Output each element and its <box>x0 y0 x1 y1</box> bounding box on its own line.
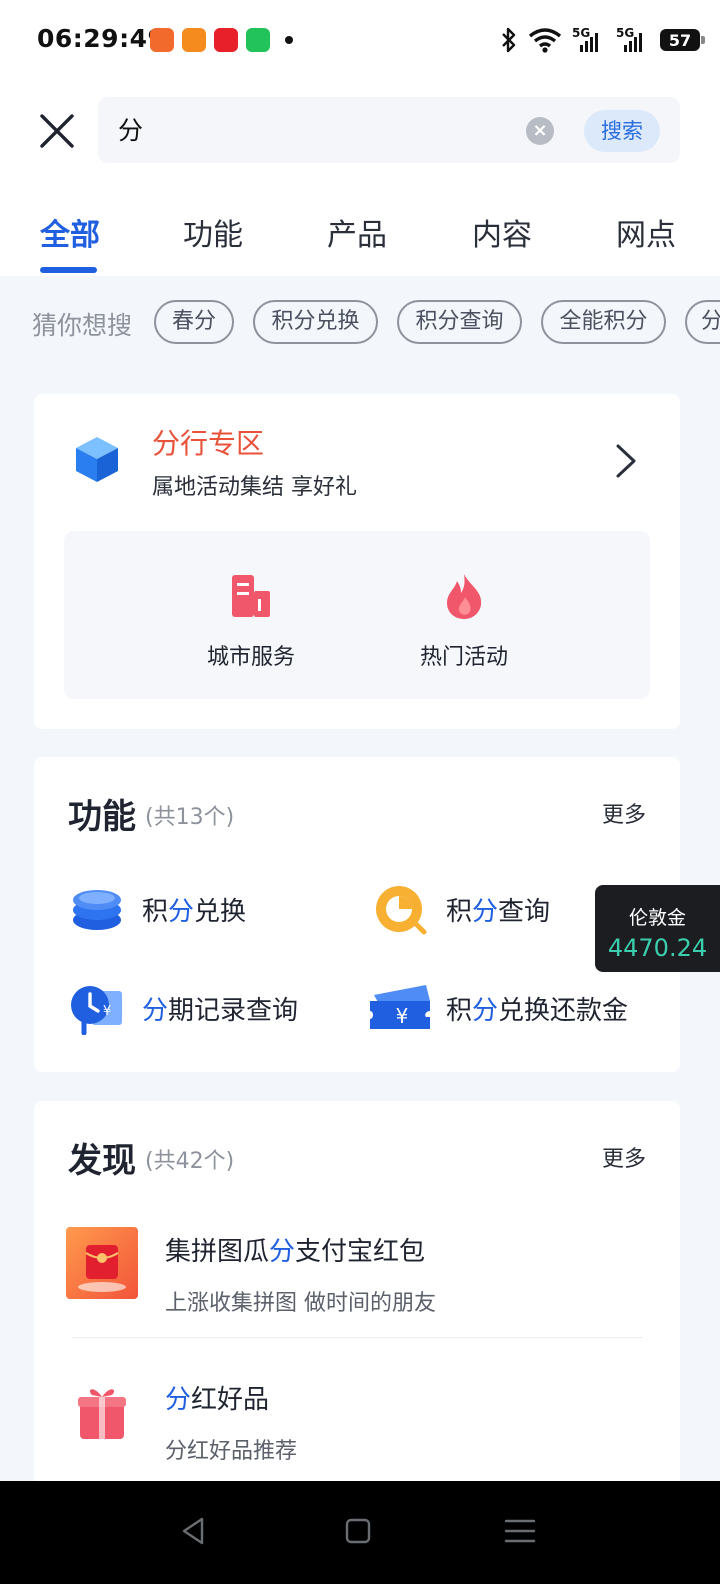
discover-title: 集拼图瓜分支付宝红包 <box>165 1237 426 1267</box>
suggest-chip[interactable]: 分 <box>685 300 720 344</box>
home-icon[interactable] <box>336 1509 380 1553</box>
more-notifications-dot <box>285 36 293 44</box>
flame-icon <box>447 574 482 619</box>
tab-content[interactable]: 内容 <box>472 210 532 254</box>
suggest-chip[interactable]: 积分兑换 <box>253 300 378 344</box>
function-item[interactable]: 积分查询 <box>374 879 550 939</box>
function-label: 积分查询 <box>446 896 551 927</box>
hot-activity-label: 热门活动 <box>419 645 508 670</box>
gold-price-widget[interactable]: 伦敦金 4470.24 <box>595 885 720 972</box>
hot-activity-item[interactable]: 热门活动 <box>394 571 534 671</box>
branch-shortcuts: 城市服务 热门活动 <box>64 531 650 699</box>
section-count: (共13个) <box>145 805 235 830</box>
app-notification-icon <box>246 28 270 52</box>
menu-icon[interactable] <box>498 1509 542 1553</box>
clear-input-icon[interactable]: × <box>526 117 554 145</box>
more-link[interactable]: 更多 <box>602 797 646 829</box>
red-envelope-icon <box>66 1227 138 1299</box>
function-item[interactable]: ¥ 积分兑换还款金 <box>368 978 628 1038</box>
status-icons: 5G 5G 57 <box>500 24 705 56</box>
suggest-chip[interactable]: 全能积分 <box>541 300 666 344</box>
search-button[interactable]: 搜索 <box>584 110 660 152</box>
chevron-right-icon[interactable] <box>614 442 638 480</box>
ticket-yuan-icon: ¥ <box>370 985 430 1029</box>
svg-text:¥: ¥ <box>396 1004 409 1028</box>
svg-text:¥: ¥ <box>103 1004 111 1019</box>
tab-product[interactable]: 产品 <box>327 210 387 254</box>
signal-5g-icon: 5G <box>616 26 650 54</box>
branch-title[interactable]: 分行专区 <box>152 422 264 462</box>
close-icon[interactable] <box>36 110 78 152</box>
bluetooth-icon <box>502 27 516 53</box>
search-box[interactable]: 分 × 搜索 <box>98 97 680 163</box>
discover-subtitle: 上涨收集拼图 做时间的朋友 <box>165 1291 436 1316</box>
coin-stack-icon <box>73 890 121 930</box>
section-title: 发现 <box>68 1141 136 1181</box>
discover-subtitle: 分红好品推荐 <box>165 1439 298 1464</box>
section-title: 功能 <box>68 797 136 837</box>
tab-branch[interactable]: 网点 <box>616 210 676 254</box>
system-nav-bar <box>0 1481 720 1584</box>
app-notification-icon <box>182 28 206 52</box>
branch-subtitle: 属地活动集结 享好礼 <box>152 475 357 500</box>
city-service-item[interactable]: 城市服务 <box>181 571 321 671</box>
battery-icon: 57 <box>660 29 705 51</box>
branch-zone-card: 分行专区 属地活动集结 享好礼 城市服务 热门活动 <box>34 394 680 729</box>
function-item[interactable]: ¥ 分期记录查询 <box>70 978 298 1038</box>
search-input[interactable]: 分 <box>118 111 143 147</box>
section-count: (共42个) <box>145 1149 235 1174</box>
back-icon[interactable] <box>172 1509 216 1553</box>
function-label: 积分兑换 <box>142 896 247 927</box>
building-icon <box>232 575 270 617</box>
gold-price-value: 4470.24 <box>607 934 708 962</box>
suggest-chip[interactable]: 积分查询 <box>397 300 522 344</box>
gold-price-label: 伦敦金 <box>628 907 686 929</box>
discover-section: 发现 (共42个) 更多 集拼图瓜分支付宝红包 上涨收集拼图 做时间的朋友 分红… <box>34 1101 680 1501</box>
tab-all[interactable]: 全部 <box>40 210 100 254</box>
points-query-icon <box>376 886 427 935</box>
suggest-chip[interactable]: 春分 <box>154 300 234 344</box>
function-item[interactable]: 积分兑换 <box>70 879 246 939</box>
gift-icon <box>66 1375 138 1447</box>
city-service-label: 城市服务 <box>206 645 295 670</box>
tab-function[interactable]: 功能 <box>183 210 243 254</box>
app-notification-icon <box>150 28 174 52</box>
guess-label: 猜你想搜 <box>32 311 133 340</box>
status-time: 06:29:49 <box>37 24 166 53</box>
app-notification-icon <box>214 28 238 52</box>
function-section: 功能 (共13个) 更多 积分兑换 积分查询 ¥ 分期记录查询 ¥ 积分兑换还款… <box>34 757 680 1072</box>
wifi-icon <box>528 28 562 53</box>
active-tab-indicator <box>40 267 97 273</box>
function-label: 分期记录查询 <box>142 995 299 1026</box>
battery-level: 57 <box>668 30 692 50</box>
cube-icon <box>76 437 118 482</box>
more-link[interactable]: 更多 <box>602 1141 646 1173</box>
signal-5g-icon: 5G <box>572 26 606 54</box>
installment-record-icon: ¥ <box>71 986 122 1035</box>
divider <box>72 1337 642 1338</box>
discover-title: 分红好品 <box>165 1385 270 1415</box>
function-label: 积分兑换还款金 <box>446 995 629 1026</box>
